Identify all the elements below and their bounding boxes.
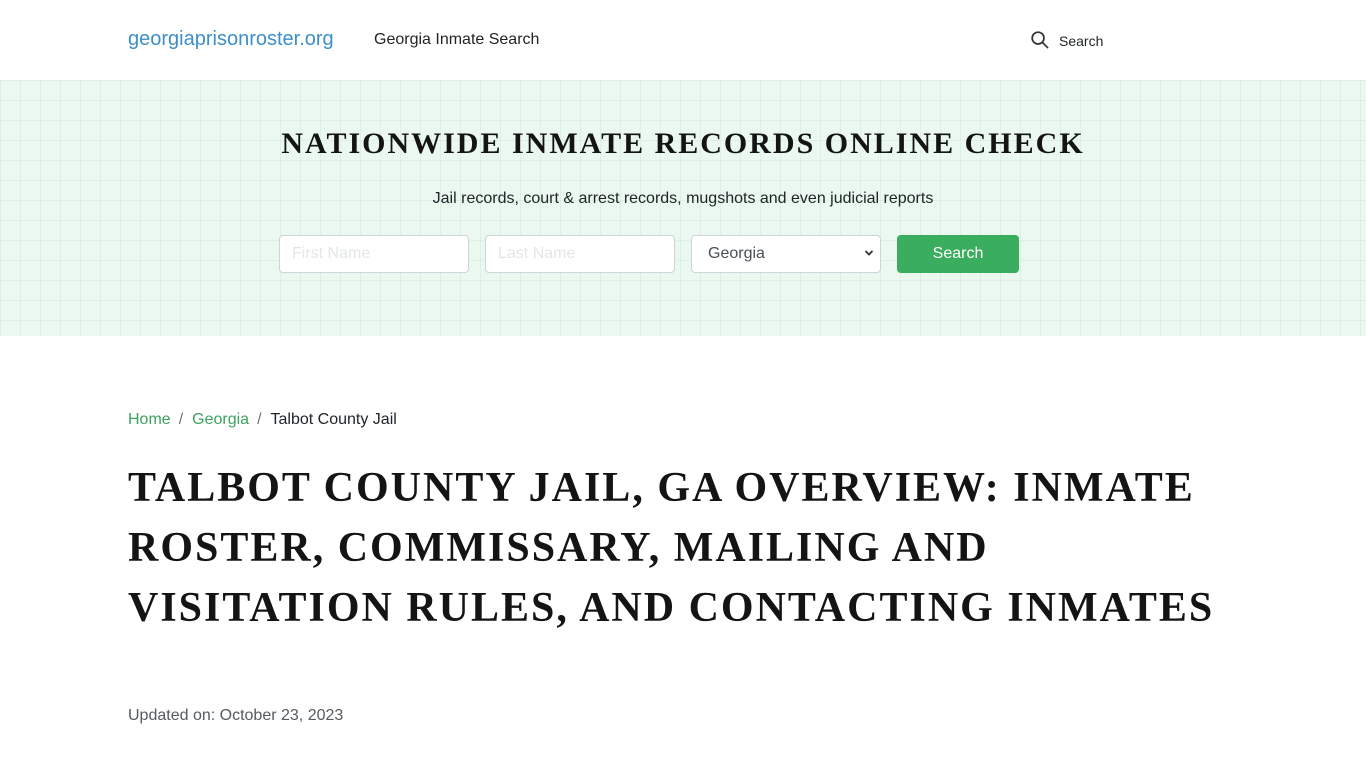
- last-name-input[interactable]: [485, 235, 675, 273]
- hero-title: NATIONWIDE INMATE RECORDS ONLINE CHECK: [281, 127, 1085, 160]
- search-icon: [1030, 30, 1049, 52]
- brand-logo-link[interactable]: georgiaprisonroster.org: [128, 28, 334, 51]
- hero-subtitle: Jail records, court & arrest records, mu…: [432, 190, 934, 207]
- first-name-input[interactable]: [279, 235, 469, 273]
- breadcrumb-current: Talbot County Jail: [270, 411, 397, 428]
- nav-search-button[interactable]: Search: [1030, 30, 1103, 52]
- state-select-value: Georgia: [708, 245, 765, 262]
- breadcrumb-separator: /: [257, 411, 262, 428]
- nav-search-label: Search: [1059, 33, 1104, 49]
- hero-search-section: NATIONWIDE INMATE RECORDS ONLINE CHECK J…: [0, 80, 1366, 336]
- chevron-down-icon: [864, 250, 874, 256]
- breadcrumb: Home / Georgia / Talbot County Jail: [128, 411, 397, 429]
- updated-label: Updated on:: [128, 707, 216, 724]
- page-title: Talbot County Jail, GA Overview: Inmate …: [128, 465, 1215, 631]
- nav-georgia-inmate-search[interactable]: Georgia Inmate Search: [374, 31, 539, 49]
- updated-date: Updated on: October 23, 2023: [128, 707, 343, 725]
- top-navbar: georgiaprisonroster.org Georgia Inmate S…: [0, 0, 1366, 80]
- breadcrumb-georgia[interactable]: Georgia: [192, 411, 249, 429]
- search-button[interactable]: Search: [897, 235, 1019, 273]
- breadcrumb-separator: /: [178, 411, 184, 428]
- inmate-search-form: Georgia Search: [279, 235, 1019, 273]
- breadcrumb-home[interactable]: Home: [128, 411, 171, 429]
- state-select[interactable]: Georgia: [691, 235, 881, 273]
- updated-value: October 23, 2023: [219, 707, 344, 724]
